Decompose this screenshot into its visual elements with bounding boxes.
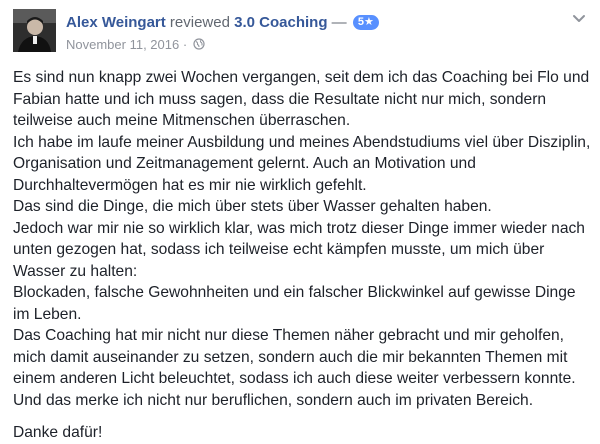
chevron-down-icon[interactable] bbox=[572, 11, 586, 22]
review-card: Alex Weingart reviewed 3.0 Coaching — 5★… bbox=[0, 0, 600, 441]
page-name[interactable]: 3.0 Coaching bbox=[234, 14, 327, 31]
review-paragraph: Das sind die Dinge, die mich über stets … bbox=[13, 198, 492, 215]
review-paragraph: Jedoch war mir nie so wirklich klar, was… bbox=[13, 219, 585, 280]
review-closing: Danke dafür! bbox=[13, 424, 103, 441]
byline-dash: — bbox=[331, 14, 347, 31]
review-paragraph: Das Coaching hat mir nicht nur diese The… bbox=[13, 327, 576, 387]
review-paragraph: Blockaden, falsche Gewohnheiten und ein … bbox=[13, 284, 576, 323]
review-paragraph: Es sind nun knapp zwei Wochen vergangen,… bbox=[13, 69, 590, 129]
review-date[interactable]: November 11, 2016 bbox=[66, 37, 179, 52]
avatar[interactable] bbox=[13, 9, 56, 52]
rating-badge: 5★ bbox=[352, 15, 379, 30]
review-meta: November 11, 2016 · bbox=[66, 37, 205, 53]
review-verb: reviewed bbox=[169, 14, 230, 31]
review-header: Alex Weingart reviewed 3.0 Coaching — 5★… bbox=[13, 9, 590, 55]
globe-icon bbox=[193, 38, 205, 50]
review-paragraph: Ich habe im laufe meiner Ausbildung und … bbox=[13, 133, 591, 194]
meta-separator: · bbox=[182, 37, 188, 52]
byline: Alex Weingart reviewed 3.0 Coaching — 5★ bbox=[66, 13, 379, 33]
review-body: Es sind nun knapp zwei Wochen vergangen,… bbox=[13, 67, 593, 444]
author-name[interactable]: Alex Weingart bbox=[66, 14, 166, 31]
review-paragraph: Und das merke ich nicht nur beruflichen,… bbox=[13, 391, 534, 409]
